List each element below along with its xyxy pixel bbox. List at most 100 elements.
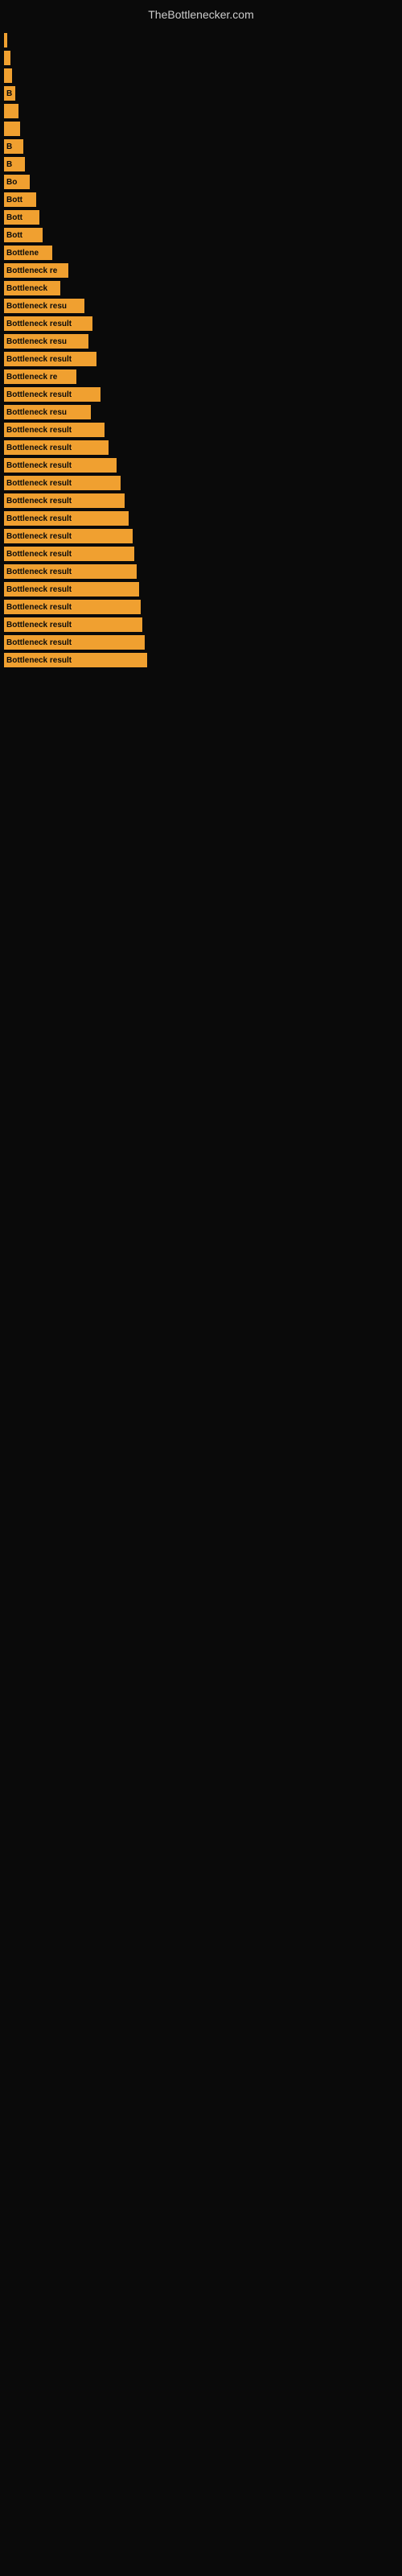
bar-label: B — [6, 160, 12, 169]
bar: Bottleneck result — [4, 547, 134, 561]
bar-label: Bottleneck re — [6, 373, 57, 382]
bar — [4, 122, 20, 136]
bar-row: Bottleneck result — [0, 511, 402, 526]
bar-row: Bott — [0, 228, 402, 242]
bar-label: Bottleneck resu — [6, 302, 67, 311]
bar-label: Bottleneck resu — [6, 337, 67, 346]
bar-label: Bottleneck re — [6, 266, 57, 275]
bar: Bott — [4, 192, 36, 207]
bar: Bottleneck result — [4, 476, 121, 490]
bar: Bottleneck result — [4, 387, 100, 402]
bar-label: Bottleneck result — [6, 585, 72, 594]
bar-row: Bott — [0, 210, 402, 225]
bar-label: Bottleneck resu — [6, 408, 67, 417]
bar-row — [0, 33, 402, 47]
bar-row: B — [0, 157, 402, 171]
bar-row: Bottleneck — [0, 281, 402, 295]
bar-row: Bottleneck result — [0, 564, 402, 579]
bar-row: Bottleneck result — [0, 316, 402, 331]
bar: B — [4, 86, 15, 101]
bar-row: Bottleneck result — [0, 547, 402, 561]
bar: Bottleneck result — [4, 352, 96, 366]
bar-row: Bottleneck result — [0, 600, 402, 614]
bar-row: Bottleneck result — [0, 529, 402, 543]
bar: B — [4, 157, 25, 171]
bars-container: BBBBoBottBottBottBottleneBottleneck reBo… — [0, 25, 402, 679]
bar-row: B — [0, 86, 402, 101]
bar: Bottleneck result — [4, 617, 142, 632]
bar: Bottleneck result — [4, 582, 139, 597]
bar-row: Bottleneck re — [0, 369, 402, 384]
bar-label: Bottleneck result — [6, 320, 72, 328]
bar: Bottleneck re — [4, 263, 68, 278]
bar: B — [4, 139, 23, 154]
bar-row: Bo — [0, 175, 402, 189]
bar: Bottleneck resu — [4, 334, 88, 349]
bar — [4, 104, 18, 118]
bar-label: Bottleneck result — [6, 638, 72, 647]
bar: Bottleneck result — [4, 600, 141, 614]
bar-label: Bottleneck result — [6, 621, 72, 630]
bar-label: Bottleneck result — [6, 656, 72, 665]
bar: Bottleneck result — [4, 440, 109, 455]
bar-row — [0, 51, 402, 65]
bar-label: Bottleneck result — [6, 550, 72, 559]
bar-row: Bottleneck resu — [0, 405, 402, 419]
bar: Bottleneck re — [4, 369, 76, 384]
bar-row: Bott — [0, 192, 402, 207]
bar-row: Bottleneck result — [0, 458, 402, 473]
bar-label: Bottleneck result — [6, 514, 72, 523]
bar: Bottleneck result — [4, 564, 137, 579]
bar-row: B — [0, 139, 402, 154]
bar-label: Bottleneck result — [6, 497, 72, 506]
bar-row: Bottlene — [0, 246, 402, 260]
bar: Bottleneck result — [4, 493, 125, 508]
bar-label: Bo — [6, 178, 17, 187]
bar: Bottleneck result — [4, 511, 129, 526]
bar-label: Bottlene — [6, 249, 39, 258]
bar-label: Bottleneck result — [6, 603, 72, 612]
bar-row: Bottleneck result — [0, 440, 402, 455]
bar-label: Bott — [6, 231, 23, 240]
bar-row — [0, 122, 402, 136]
bar-label: Bottleneck result — [6, 568, 72, 576]
bar: Bottleneck result — [4, 423, 105, 437]
bar-row: Bottleneck resu — [0, 334, 402, 349]
bar-row: Bottleneck result — [0, 423, 402, 437]
bar: Bottleneck result — [4, 458, 117, 473]
bar: Bottleneck result — [4, 635, 145, 650]
bar: Bottlene — [4, 246, 52, 260]
bar: Bottleneck resu — [4, 299, 84, 313]
bar — [4, 33, 7, 47]
bar-row: Bottleneck result — [0, 352, 402, 366]
bar-label: Bottleneck — [6, 284, 47, 293]
bar: Bottleneck — [4, 281, 60, 295]
bar-label: Bottleneck result — [6, 444, 72, 452]
bar-label: Bott — [6, 196, 23, 204]
bar: Bottleneck result — [4, 316, 92, 331]
bar-label: B — [6, 142, 12, 151]
bar-row — [0, 104, 402, 118]
bar-label: Bottleneck result — [6, 479, 72, 488]
bar: Bott — [4, 210, 39, 225]
bar-row: Bottleneck resu — [0, 299, 402, 313]
bar-row — [0, 68, 402, 83]
bar — [4, 68, 12, 83]
bar-label: Bottleneck result — [6, 461, 72, 470]
bar-row: Bottleneck result — [0, 387, 402, 402]
bar: Bott — [4, 228, 43, 242]
bar: Bottleneck result — [4, 653, 147, 667]
bar-label: Bottleneck result — [6, 390, 72, 399]
bar-label: B — [6, 89, 12, 98]
bar-row: Bottleneck result — [0, 493, 402, 508]
bar: Bo — [4, 175, 30, 189]
site-header: TheBottlenecker.com — [0, 0, 402, 25]
bar-label: Bottleneck result — [6, 355, 72, 364]
bar: Bottleneck result — [4, 529, 133, 543]
bar-row: Bottleneck result — [0, 653, 402, 667]
bar-label: Bottleneck result — [6, 426, 72, 435]
site-title: TheBottlenecker.com — [0, 0, 402, 25]
bar-row: Bottleneck result — [0, 582, 402, 597]
bar-row: Bottleneck re — [0, 263, 402, 278]
bar-row: Bottleneck result — [0, 476, 402, 490]
